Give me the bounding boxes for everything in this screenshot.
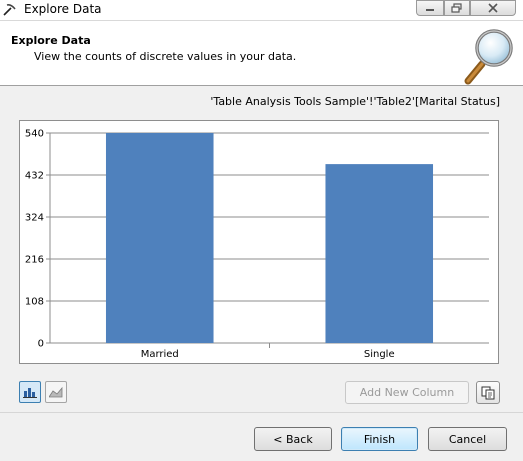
bar-married <box>105 133 214 343</box>
header-subtitle: View the counts of discrete values in yo… <box>34 50 297 63</box>
y-tick-label: 0 <box>38 339 44 350</box>
y-tick-label: 108 <box>25 297 44 308</box>
wizard-header: Explore Data View the counts of discrete… <box>0 20 523 86</box>
restore-icon <box>451 3 462 13</box>
header-title: Explore Data <box>11 34 91 47</box>
y-tick-label: 324 <box>25 213 44 224</box>
source-label: 'Table Analysis Tools Sample'!'Table2'[M… <box>210 95 500 108</box>
chart-panel: 0 108 216 324 432 540 Married Single <box>19 120 499 364</box>
y-tick-label: 216 <box>25 255 44 266</box>
back-button[interactable]: < Back <box>254 427 332 451</box>
window-title: Explore Data <box>24 2 102 16</box>
close-button[interactable] <box>470 0 516 16</box>
finish-button[interactable]: Finish <box>341 427 418 451</box>
x-tick-label: Single <box>364 349 395 360</box>
wizard-content: 'Table Analysis Tools Sample'!'Table2'[M… <box>0 86 523 412</box>
pickaxe-icon <box>3 4 16 16</box>
maximize-button[interactable] <box>444 0 470 16</box>
minimize-icon <box>426 9 434 11</box>
magnifying-glass-icon <box>464 29 513 85</box>
area-chart-icon <box>49 386 63 398</box>
bar-chart-view-button[interactable] <box>19 381 41 403</box>
area-chart-view-button[interactable] <box>45 381 67 403</box>
copy-button[interactable] <box>476 381 500 404</box>
title-bar: Explore Data <box>0 0 523 20</box>
copy-icon <box>481 386 495 399</box>
bar-single <box>325 164 434 343</box>
x-tick-label: Married <box>141 349 179 360</box>
bar-chart: 0 108 216 324 432 540 Married Single <box>25 129 489 360</box>
close-icon <box>488 3 498 13</box>
bar-chart-icon <box>23 388 37 398</box>
wizard-footer: < Back Finish Cancel <box>0 412 523 461</box>
cancel-button[interactable]: Cancel <box>428 427 507 451</box>
add-new-column-button[interactable]: Add New Column <box>345 381 469 404</box>
minimize-button[interactable] <box>416 0 444 16</box>
y-tick-label: 540 <box>25 129 44 140</box>
y-tick-label: 432 <box>25 171 44 182</box>
